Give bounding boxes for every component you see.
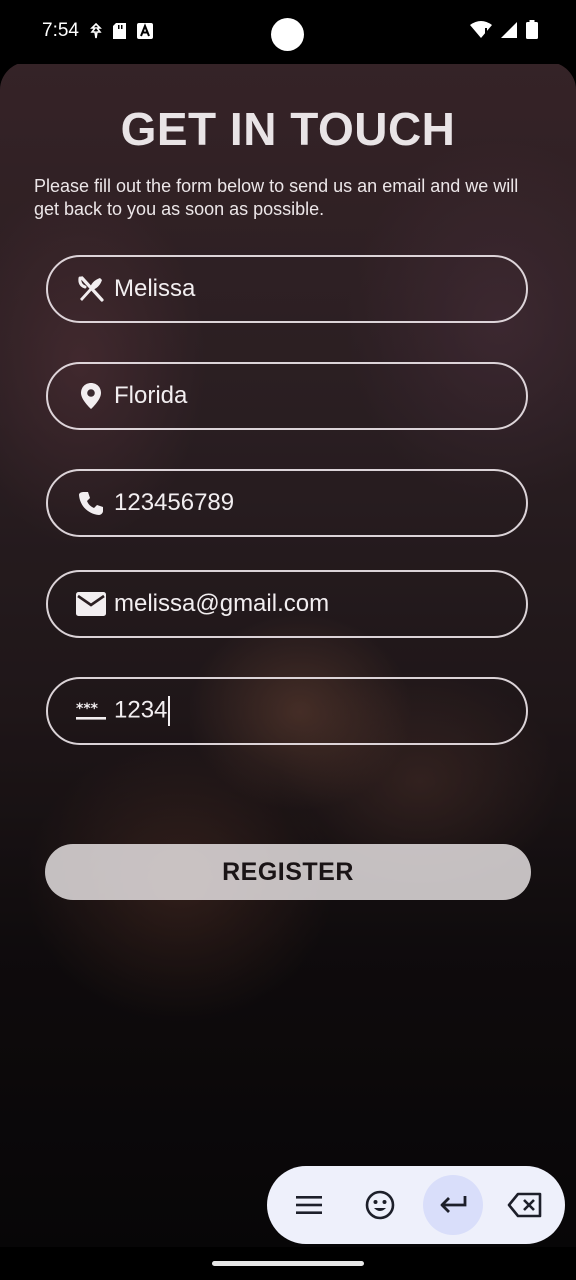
keyboard-enter-button[interactable] <box>423 1175 483 1235</box>
backspace-icon <box>507 1192 542 1218</box>
email-field[interactable]: melissa@gmail.com <box>46 570 528 638</box>
location-input[interactable]: Florida <box>114 382 187 410</box>
menu-icon <box>296 1196 322 1214</box>
phone-field[interactable]: 123456789 <box>46 469 528 537</box>
navigation-bar <box>0 1247 576 1280</box>
svg-text:***: *** <box>76 701 99 717</box>
restaurant-icon <box>76 274 106 304</box>
email-input[interactable]: melissa@gmail.com <box>114 590 329 618</box>
font-a-icon <box>137 23 153 39</box>
keyboard-toolbar <box>267 1166 565 1244</box>
mail-icon <box>76 589 106 619</box>
enter-icon <box>440 1196 467 1213</box>
password-input[interactable]: 1234 <box>114 696 171 726</box>
app-screen: GET IN TOUCH Please fill out the form be… <box>0 62 576 1247</box>
contact-form: GET IN TOUCH Please fill out the form be… <box>0 62 576 1247</box>
status-notification-icons <box>90 22 153 40</box>
signal-icon <box>501 21 517 38</box>
battery-icon <box>526 20 538 39</box>
camera-cutout <box>271 18 304 51</box>
wifi-icon <box>470 20 492 38</box>
password-value: 1234 <box>114 696 168 724</box>
keyboard-menu-button[interactable] <box>279 1175 339 1235</box>
location-field[interactable]: Florida <box>46 362 528 430</box>
home-gesture-handle[interactable] <box>212 1261 364 1266</box>
password-icon: *** <box>76 696 106 726</box>
status-system-icons <box>470 20 538 39</box>
password-field[interactable]: *** 1234 <box>46 677 528 745</box>
location-pin-icon <box>76 381 106 411</box>
register-button[interactable]: REGISTER <box>45 844 531 900</box>
text-cursor <box>168 696 171 726</box>
sd-card-icon <box>113 23 126 39</box>
keyboard-emoji-button[interactable] <box>350 1175 410 1235</box>
page-title: GET IN TOUCH <box>120 103 456 155</box>
name-field[interactable]: Melissa <box>46 255 528 323</box>
name-input[interactable]: Melissa <box>114 275 195 303</box>
phone-icon <box>76 488 106 518</box>
page-subtitle: Please fill out the form below to send u… <box>34 176 519 219</box>
usb-debug-icon <box>90 23 102 39</box>
status-bar: 7:54 <box>0 0 576 64</box>
emoji-icon <box>365 1190 395 1220</box>
status-time: 7:54 <box>42 20 79 41</box>
keyboard-backspace-button[interactable] <box>495 1175 555 1235</box>
phone-input[interactable]: 123456789 <box>114 489 234 517</box>
